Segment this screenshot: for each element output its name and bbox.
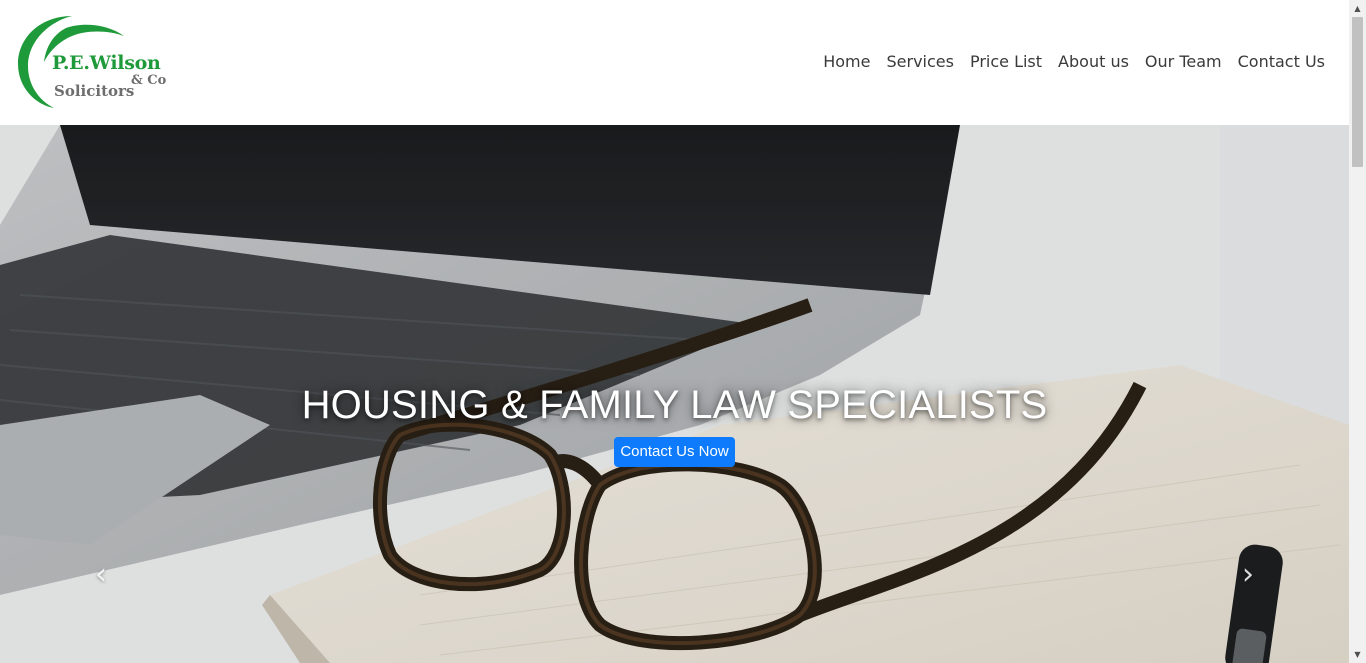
hero-carousel: HOUSING & FAMILY LAW SPECIALISTS Contact… (0, 125, 1349, 663)
hero-title: HOUSING & FAMILY LAW SPECIALISTS (301, 383, 1048, 427)
nav-our-team[interactable]: Our Team (1137, 50, 1230, 74)
nav-price-list[interactable]: Price List (962, 50, 1050, 74)
logo-suffix: & Co (131, 73, 167, 88)
nav-about-us[interactable]: About us (1050, 50, 1137, 74)
chevron-left-icon[interactable]: ‹ (86, 557, 116, 593)
scroll-down-arrow-icon[interactable]: ▼ (1349, 646, 1366, 663)
contact-us-now-button[interactable]: Contact Us Now (614, 437, 735, 467)
nav-services[interactable]: Services (878, 50, 961, 74)
site-logo[interactable]: P.E.Wilson & Co Solicitors (14, 12, 174, 112)
logo-subtitle: Solicitors (54, 82, 135, 100)
site-header: P.E.Wilson & Co Solicitors Home Services… (0, 0, 1349, 125)
chevron-right-icon[interactable]: › (1233, 557, 1263, 593)
nav-home[interactable]: Home (815, 50, 878, 74)
scrollbar-thumb[interactable] (1352, 17, 1363, 167)
logo-name: P.E.Wilson (52, 52, 161, 74)
main-nav: Home Services Price List About us Our Te… (815, 50, 1325, 74)
nav-contact-us[interactable]: Contact Us (1230, 50, 1325, 74)
scroll-up-arrow-icon[interactable]: ▲ (1349, 0, 1366, 17)
page-scrollbar[interactable]: ▲ ▼ (1349, 0, 1366, 663)
